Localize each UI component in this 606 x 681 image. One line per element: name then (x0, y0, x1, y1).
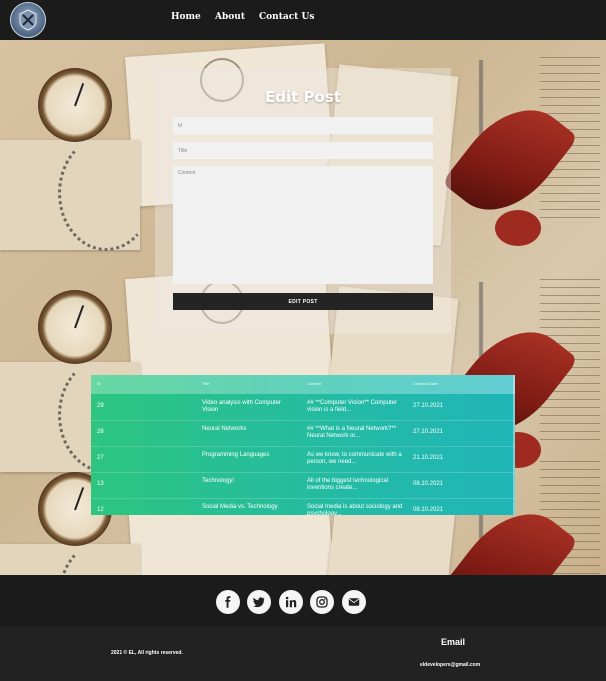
table-row[interactable]: 12 Social Media vs. Technology Social me… (91, 498, 515, 515)
cell-id: 28 (97, 429, 104, 435)
edit-post-button[interactable]: EDIT POST (173, 293, 433, 310)
cell-content: Social media is about sociology and psyc… (307, 504, 403, 515)
cell-id: 12 (97, 507, 104, 513)
table-header: Id Title Content Creation Date (91, 375, 515, 394)
nav-link-home[interactable]: Home (171, 12, 201, 22)
cell-date: 21.10.2021 (413, 455, 444, 461)
social-links-bar (0, 575, 606, 627)
column-header-title: Title (202, 381, 210, 386)
cell-id: 29 (97, 403, 104, 409)
cell-content: All of the biggest technological inventi… (307, 478, 389, 491)
cell-title: Social Media vs. Technology (202, 504, 278, 510)
copyright-text: 2021 © EL, All rights reserved. (111, 650, 183, 656)
column-header-id: Id (97, 381, 101, 386)
cell-content: ## **What is a Neural Network?** Neural … (307, 426, 397, 439)
cell-date: 27.10.2021 (413, 429, 444, 435)
cell-date: 27.10.2021 (413, 403, 444, 409)
cell-title: Neural Networks (202, 426, 247, 432)
twitter-icon[interactable] (247, 590, 271, 614)
table-row[interactable]: 28 Neural Networks ## **What is a Neural… (91, 420, 515, 447)
cell-content: As we know, to communicate with a person… (307, 452, 402, 465)
nav-link-contact-us[interactable]: Contact Us (259, 12, 314, 22)
cell-title: Video analysis with Computer Vision (202, 400, 281, 413)
column-header-creation-date: Creation Date (413, 381, 438, 386)
edit-post-title: Edit Post (265, 88, 341, 106)
cell-title: Technology! (202, 478, 235, 484)
nav-link-about[interactable]: About (215, 12, 245, 22)
cell-content: ## **Computer Vision** Computer vision i… (307, 400, 397, 413)
post-id-input[interactable] (173, 117, 433, 134)
post-title-input[interactable] (173, 142, 433, 159)
cell-id: 13 (97, 481, 104, 487)
contact-email-link[interactable]: eldevelopers@gmail.com (420, 662, 480, 668)
facebook-icon[interactable] (216, 590, 240, 614)
table-row[interactable]: 29 Video analysis with Computer Vision #… (91, 394, 515, 421)
posts-table: Id Title Content Creation Date 29 Video … (91, 375, 515, 515)
email-heading: Email (441, 637, 466, 647)
cell-title: Programming Languages (202, 452, 270, 458)
cell-date: 08.10.2021 (413, 481, 444, 487)
column-header-content: Content (307, 381, 322, 386)
post-content-textarea[interactable] (173, 166, 433, 284)
site-logo-icon[interactable] (10, 2, 46, 38)
table-scrollbar[interactable] (513, 375, 515, 515)
email-icon[interactable] (342, 590, 366, 614)
table-row[interactable]: 13 Technology! All of the biggest techno… (91, 472, 515, 499)
linkedin-icon[interactable] (279, 590, 303, 614)
cell-id: 27 (97, 455, 104, 461)
table-row[interactable]: 27 Programming Languages As we know, to … (91, 446, 515, 473)
footer: 2021 © EL, All rights reserved. Email el… (0, 627, 606, 681)
navbar: Home About Contact Us (0, 0, 606, 40)
instagram-icon[interactable] (310, 590, 334, 614)
cell-date: 08.10.2021 (413, 507, 444, 513)
